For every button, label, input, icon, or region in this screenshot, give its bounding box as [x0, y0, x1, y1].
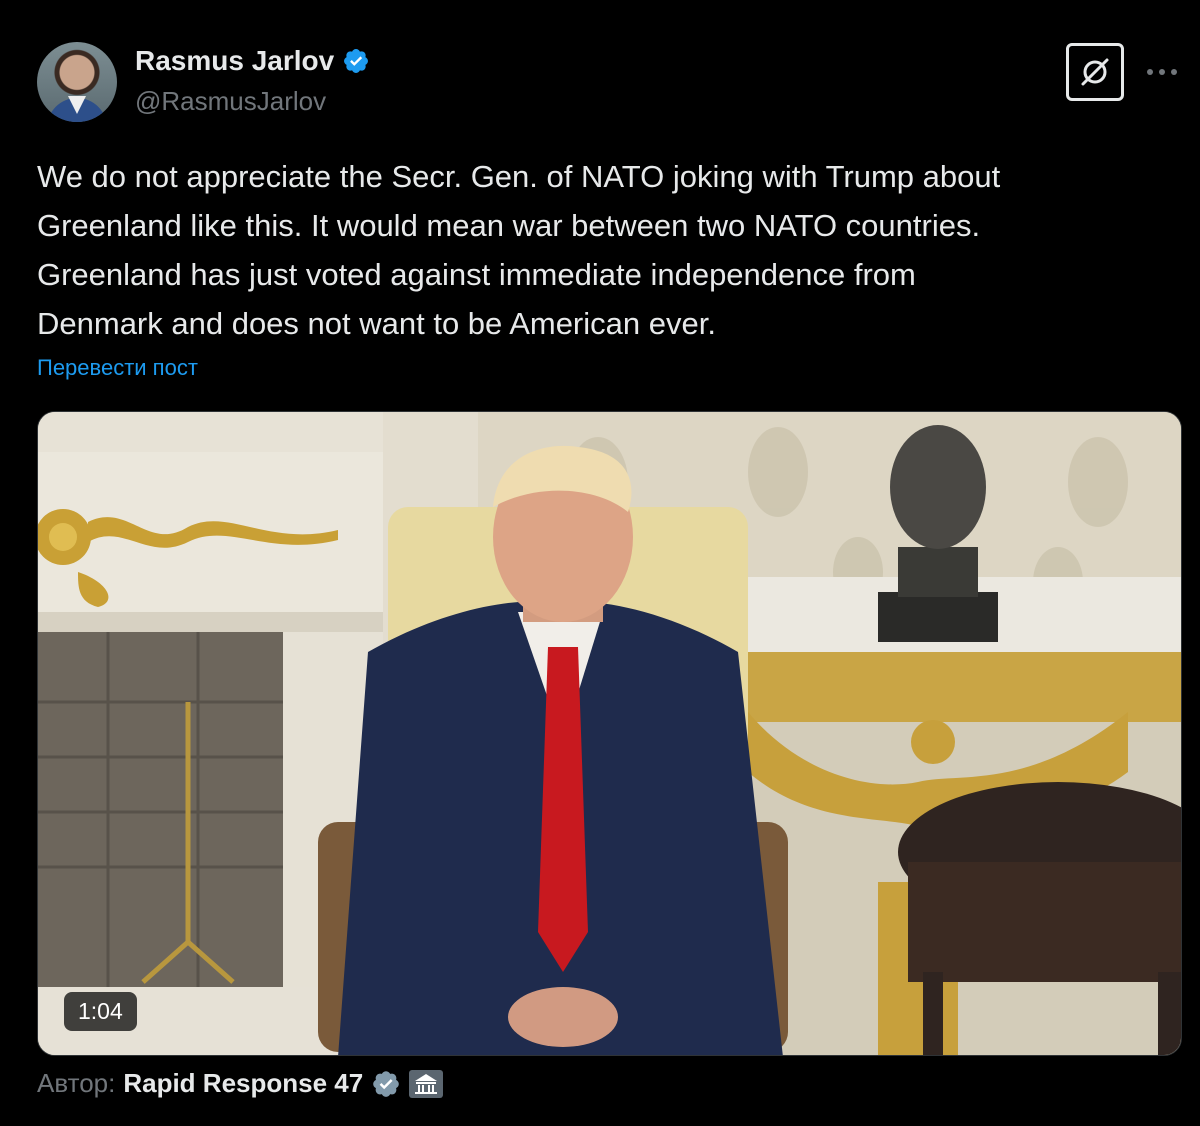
verified-badge-icon: [373, 1070, 400, 1097]
government-building-icon: [409, 1069, 444, 1098]
verified-badge-icon: [344, 49, 369, 73]
video-duration-badge: 1:04: [64, 992, 137, 1031]
post: Rasmus Jarlov @RasmusJarlov We do not ap…: [0, 0, 1200, 1126]
source-prefix: Автор:: [37, 1068, 116, 1098]
video-source: Автор: Rapid Response 47: [37, 1068, 444, 1099]
source-account-name[interactable]: Rapid Response 47: [123, 1068, 363, 1099]
author-name-row: Rasmus Jarlov: [135, 45, 370, 77]
grok-icon: [1081, 58, 1109, 86]
more-options-button[interactable]: [1146, 58, 1178, 86]
more-icon: [1147, 69, 1177, 75]
post-text: We do not appreciate the Secr. Gen. of N…: [37, 159, 1001, 341]
video-player[interactable]: 1:04: [37, 411, 1182, 1056]
translate-post-link[interactable]: Перевести пост: [37, 355, 198, 381]
avatar[interactable]: [37, 42, 117, 122]
video-thumbnail: [38, 412, 1181, 1055]
grok-button[interactable]: [1066, 43, 1124, 101]
author-name[interactable]: Rasmus Jarlov: [135, 45, 334, 77]
author-handle[interactable]: @RasmusJarlov: [135, 86, 326, 117]
